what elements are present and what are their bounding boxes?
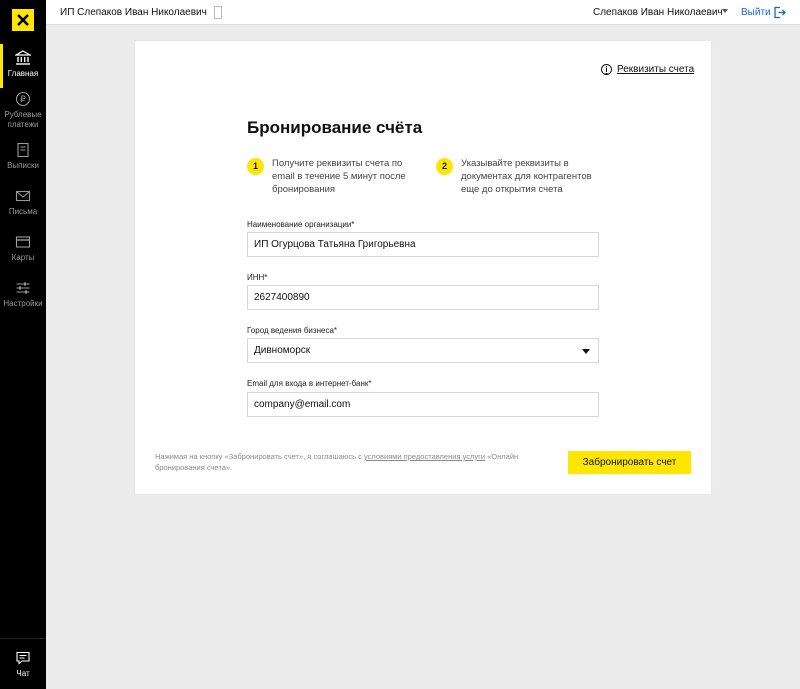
booking-card: i Реквизиты счета Бронирование счёта 1 П… — [135, 41, 711, 494]
company-name[interactable]: ИП Слепаков Иван Николаевич — [60, 7, 207, 18]
sidebar-item-letters[interactable]: Письма — [0, 188, 46, 217]
sidebar-item-cards[interactable]: Карты — [0, 234, 46, 263]
envelope-icon — [15, 190, 31, 202]
sidebar-item-settings[interactable]: Настройки — [0, 280, 46, 309]
step-1: 1 Получите реквизиты счета по email в те… — [247, 157, 422, 196]
step-number: 1 — [247, 158, 264, 175]
logout-icon[interactable] — [773, 6, 786, 19]
info-icon: i — [601, 64, 612, 75]
sidebar-item-label: Карты — [11, 253, 35, 262]
terms-link[interactable]: условиями предоставления услуги — [364, 452, 485, 461]
step-2: 2 Указывайте реквизиты в документах для … — [436, 157, 611, 196]
sidebar-item-home[interactable]: Главная — [0, 44, 46, 88]
requisites-link[interactable]: i Реквизиты счета — [601, 64, 694, 75]
sidebar-item-label: Письма — [8, 207, 38, 216]
sidebar: Главная ₽ Рублевые платежи Выписки Письм… — [0, 0, 46, 689]
page-title: Бронирование счёта — [247, 118, 423, 137]
svg-text:₽: ₽ — [20, 95, 26, 105]
user-name[interactable]: Слепаков Иван Николаевич — [593, 7, 723, 18]
step-text: Получите реквизиты счета по email в тече… — [272, 158, 406, 195]
email-label: Email для входа в интернет-банк* — [247, 379, 372, 388]
sidebar-item-label: Настройки — [3, 299, 43, 308]
top-bar: ИП Слепаков Иван Николаевич Слепаков Ива… — [46, 0, 800, 25]
chevron-down-icon[interactable] — [722, 9, 728, 13]
agreement-before: Нажимая на кнопку «Забронировать счет», … — [155, 452, 364, 461]
bank-logo[interactable] — [0, 0, 46, 40]
sidebar-item-chat[interactable]: Чат — [0, 650, 46, 679]
step-number: 2 — [436, 158, 453, 175]
sidebar-item-label: Чат — [16, 669, 30, 678]
sidebar-item-label: Рублевые платежи — [4, 110, 42, 129]
email-input[interactable]: company@email.com — [247, 392, 599, 417]
sidebar-item-label: Главная — [7, 69, 39, 78]
sidebar-item-label: Выписки — [7, 161, 39, 170]
agreement-text: Нажимая на кнопку «Забронировать счет», … — [155, 451, 535, 473]
city-label: Город ведения бизнеса* — [247, 326, 337, 335]
org-label: Наименование организации* — [247, 220, 355, 229]
mobile-icon[interactable] — [214, 6, 222, 19]
step-text: Указывайте реквизиты в документах для ко… — [461, 158, 592, 195]
sidebar-divider — [0, 638, 46, 639]
card-icon — [15, 236, 31, 248]
sidebar-item-statements[interactable]: Выписки — [0, 142, 46, 171]
requisites-link-label: Реквизиты счета — [617, 64, 695, 75]
ruble-icon: ₽ — [15, 91, 31, 107]
book-account-button[interactable]: Забронировать счет — [568, 451, 691, 474]
sliders-icon — [16, 282, 30, 294]
city-select-value: Дивноморск — [254, 345, 311, 356]
inn-input[interactable]: 2627400890 — [247, 285, 599, 310]
city-select[interactable]: Дивноморск — [247, 338, 599, 363]
logout-link[interactable]: Выйти — [741, 7, 771, 18]
inn-label: ИНН* — [247, 273, 268, 282]
chevron-down-icon — [582, 349, 590, 354]
sidebar-item-payments[interactable]: ₽ Рублевые платежи — [0, 91, 46, 130]
org-name-input[interactable]: ИП Огурцова Татьяна Григорьевна — [247, 232, 599, 257]
document-icon — [17, 142, 29, 158]
bank-icon — [15, 50, 31, 65]
chat-icon — [16, 651, 30, 665]
